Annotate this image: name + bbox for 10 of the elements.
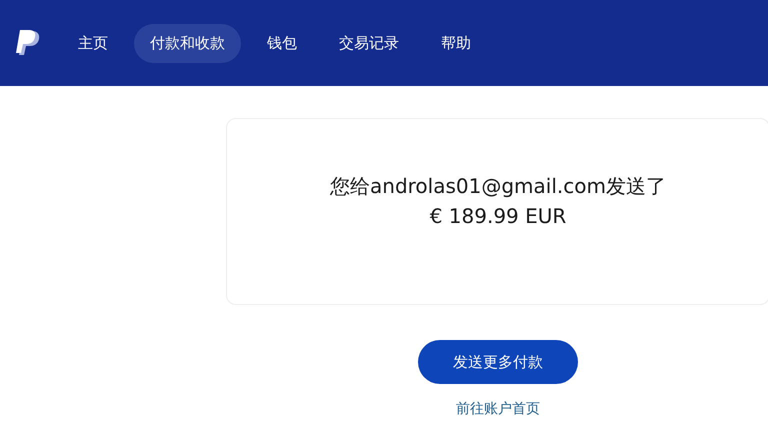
nav-tab[interactable]: 帮助 [425, 24, 487, 62]
nav-tab[interactable]: 交易记录 [323, 24, 415, 62]
nav-tab[interactable]: 主页 [62, 24, 124, 62]
nav-tab[interactable]: 付款和收款 [134, 24, 241, 62]
nav-tab[interactable]: 钱包 [251, 24, 313, 62]
account-home-link[interactable]: 前往账户首页 [456, 400, 540, 418]
logo-icon[interactable] [16, 29, 42, 57]
send-more-button[interactable]: 发送更多付款 [418, 340, 578, 384]
payment-amount: € 189.99 EUR [430, 203, 566, 230]
confirmation-message: 您给androlas01@gmail.com发送了 [330, 173, 666, 200]
